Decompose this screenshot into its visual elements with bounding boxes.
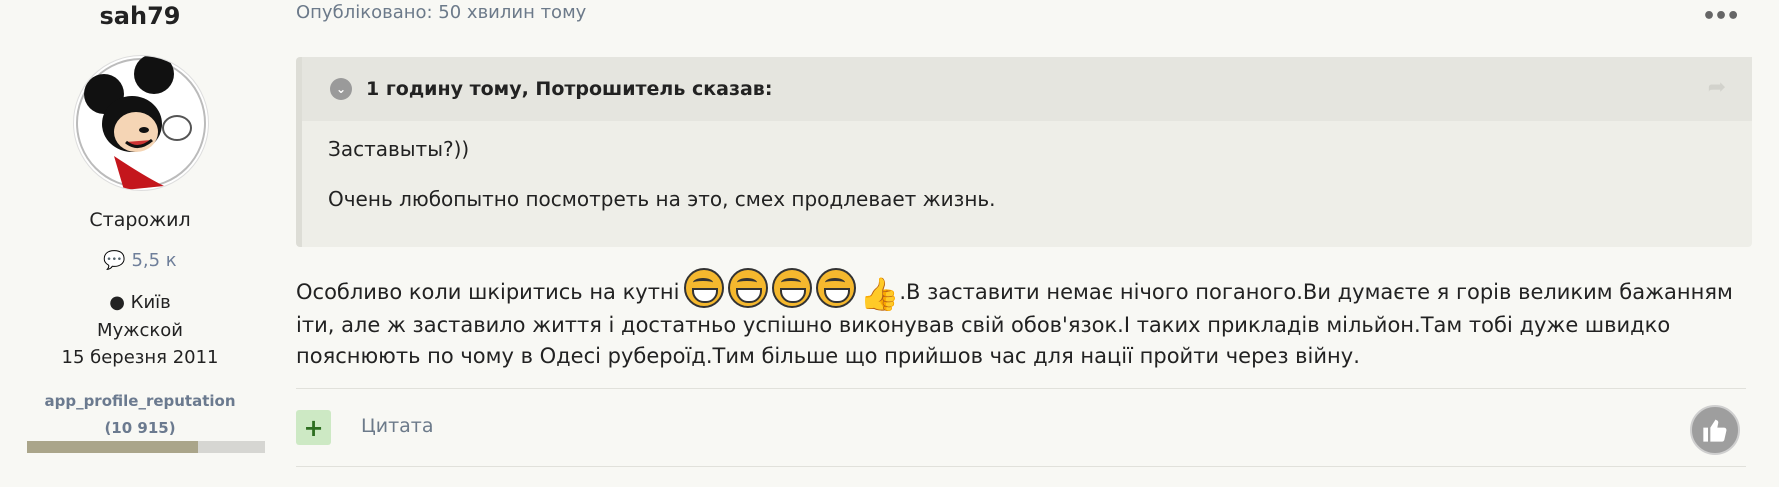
mickey-avatar-icon	[76, 56, 206, 190]
divider	[296, 388, 1746, 389]
author-posts[interactable]: 💬 5,5 к	[0, 250, 280, 271]
post-text-part: Особливо коли шкіритись на кутні	[296, 280, 680, 304]
thumbs-up-emoji: 👍	[859, 275, 900, 313]
rofl-emoji	[771, 268, 812, 308]
city-text: Київ	[130, 292, 171, 313]
posts-count: 5,5 к	[131, 250, 177, 271]
chevron-down-icon[interactable]: ⌄	[330, 78, 352, 100]
reputation-bar	[27, 441, 265, 453]
rofl-emoji	[727, 268, 768, 308]
post-body: Особливо коли шкіритись на кутні 👍.В заст…	[296, 268, 1746, 372]
quote-line: Очень любопытно посмотреть на это, смех …	[328, 187, 996, 211]
map-marker-icon: ●	[109, 292, 125, 313]
quote-line: Заставыты?))	[328, 137, 470, 161]
author-title: Старожил	[89, 209, 191, 231]
author-gender: Мужской	[97, 320, 183, 341]
avatar[interactable]	[73, 55, 209, 191]
divider	[296, 466, 1746, 467]
plus-button[interactable]: +	[296, 410, 331, 445]
quote-button[interactable]: Цитата	[361, 415, 434, 437]
author-joined: 15 березня 2011	[61, 347, 219, 368]
author-panel: sah79 Старожил 💬 5,5 к ● Київ Мужской 15…	[0, 0, 280, 487]
share-arrow-icon[interactable]: ➦	[1708, 75, 1726, 100]
more-dots-icon[interactable]: •••	[1702, 4, 1740, 29]
author-city: ● Київ	[0, 292, 280, 313]
quote-body: Заставыты?)) Очень любопытно посмотреть …	[302, 121, 1752, 211]
reputation-bar-fill	[27, 441, 199, 453]
author-name[interactable]: sah79	[0, 2, 280, 30]
rofl-emoji	[683, 268, 724, 308]
quote-block: ⌄ 1 годину тому, Потрошитель сказав: ➦ З…	[296, 57, 1752, 247]
like-button[interactable]	[1690, 405, 1740, 455]
rofl-emoji	[815, 268, 856, 308]
thumbs-up-icon	[1703, 419, 1727, 442]
reputation-value: (10 915)	[104, 419, 176, 437]
comment-icon: 💬	[103, 250, 126, 271]
quote-header-text: 1 годину тому, Потрошитель сказав:	[366, 78, 773, 100]
post-meta: Опубліковано: 50 хвилин тому	[296, 2, 587, 23]
reputation-label: app_profile_reputation	[44, 392, 236, 410]
quote-header: ⌄ 1 годину тому, Потрошитель сказав:	[302, 57, 1752, 121]
